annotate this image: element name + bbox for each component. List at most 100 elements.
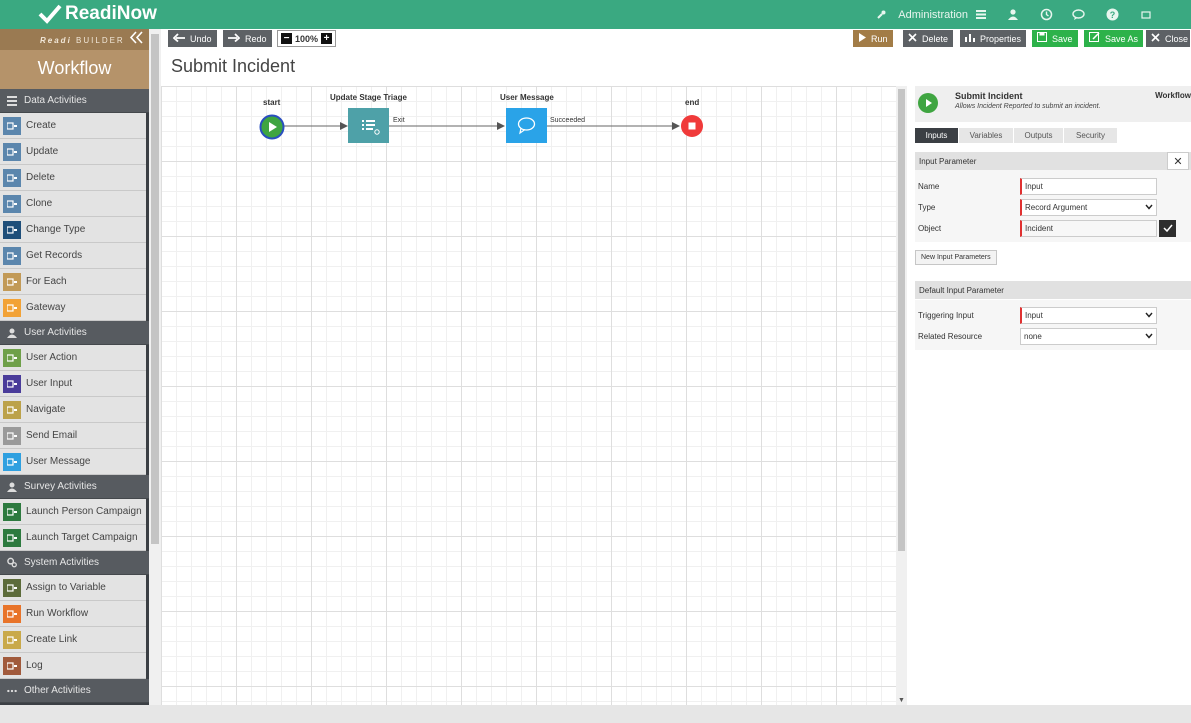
clone-icon	[3, 194, 21, 213]
activity-assign-to-variable[interactable]: Assign to Variable	[0, 575, 146, 601]
bottom-status-strip	[0, 705, 1191, 723]
name-field[interactable]: Input	[1020, 178, 1157, 195]
category-system-activities[interactable]: System Activities	[0, 551, 149, 575]
save-as-button[interactable]: Save As	[1084, 30, 1144, 47]
close-button[interactable]: Close	[1146, 30, 1191, 47]
default-input-parameter-title: Default Input Parameter	[919, 285, 1004, 295]
canvas-scroll-thumb[interactable]	[898, 89, 905, 551]
activity-launch-target-campaign[interactable]: Launch Target Campaign	[0, 525, 146, 551]
update-stage-triage-node[interactable]	[348, 108, 389, 143]
category-survey-activities[interactable]: Survey Activities	[0, 475, 149, 499]
activity-clone[interactable]: Clone	[0, 191, 146, 217]
play-icon	[858, 32, 866, 45]
undo-label: Undo	[190, 33, 212, 44]
category-user-activities[interactable]: User Activities	[0, 321, 149, 345]
menu-icon[interactable]	[972, 6, 990, 24]
category-other-activities[interactable]: Other Activities	[0, 679, 149, 703]
chat-icon[interactable]	[1069, 6, 1087, 24]
create-icon	[3, 116, 21, 135]
run-button[interactable]: Run	[853, 30, 893, 47]
tab-security[interactable]: Security	[1064, 128, 1118, 143]
history-icon[interactable]	[1037, 6, 1055, 24]
activity-for-each[interactable]: For Each	[0, 269, 146, 295]
category-icon	[7, 482, 17, 492]
object-field[interactable]: Incident	[1020, 220, 1157, 237]
category-data-activities[interactable]: Data Activities	[0, 89, 149, 113]
canvas-scrollbar[interactable]: ▼	[896, 86, 907, 705]
end-node[interactable]	[680, 114, 704, 141]
undo-arrow-icon	[172, 32, 185, 45]
activity-user-action[interactable]: User Action	[0, 345, 146, 371]
activity-log[interactable]: Log	[0, 653, 146, 679]
gateway-icon	[3, 298, 21, 317]
activity-launch-person-campaign[interactable]: Launch Person Campaign	[0, 499, 146, 525]
undo-button[interactable]: Undo	[168, 30, 217, 47]
wrench-icon[interactable]	[872, 6, 890, 24]
activity-user-message[interactable]: User Message	[0, 449, 146, 475]
tab-inputs[interactable]: Inputs	[915, 128, 959, 143]
object-picker-icon[interactable]	[1159, 220, 1176, 237]
user-message-icon	[3, 452, 21, 471]
related-resource-select[interactable]: none	[1020, 328, 1157, 345]
activity-label: Send Email	[26, 430, 78, 441]
redo-arrow-icon	[228, 32, 241, 45]
activity-navigate[interactable]: Navigate	[0, 397, 146, 423]
tab-variables[interactable]: Variables	[959, 128, 1014, 143]
launch-person-campaign-icon	[3, 502, 21, 521]
zoom-in-icon[interactable]: +	[321, 33, 332, 44]
name-value: Input	[1025, 182, 1043, 191]
save-button[interactable]: Save	[1032, 30, 1078, 47]
activity-label: Log	[26, 660, 43, 671]
workflow-canvas[interactable]: start Update Stage Triage Exit User Mess…	[161, 86, 896, 705]
category-icon	[7, 95, 17, 106]
tab-outputs[interactable]: Outputs	[1014, 128, 1064, 143]
sidebar-scrollbar[interactable]	[149, 29, 161, 705]
activity-create-link[interactable]: Create Link	[0, 627, 146, 653]
collapse-sidebar-icon[interactable]	[129, 31, 144, 48]
triggering-input-select[interactable]: Input	[1020, 307, 1157, 324]
redo-button[interactable]: Redo	[223, 30, 272, 47]
speech-bubble-icon	[517, 117, 536, 135]
workflow-type: Workflow	[1155, 91, 1191, 100]
activity-delete[interactable]: Delete	[0, 165, 146, 191]
fullscreen-icon[interactable]	[1137, 6, 1155, 24]
type-select[interactable]: Record Argument	[1020, 199, 1157, 216]
activity-change-type[interactable]: Change Type	[0, 217, 146, 243]
activity-user-input[interactable]: User Input	[0, 371, 146, 397]
properties-button[interactable]: Properties	[960, 30, 1027, 47]
scroll-down-arrow-icon[interactable]: ▼	[898, 697, 905, 704]
category-label: Data Activities	[24, 95, 87, 106]
workflow-title: Submit Incident	[955, 91, 1023, 101]
new-input-parameters-button[interactable]: New Input Parameters	[915, 250, 997, 265]
activity-update[interactable]: Update	[0, 139, 146, 165]
related-resource-value: none	[1024, 332, 1042, 341]
category-label: System Activities	[24, 557, 100, 568]
activity-label: Get Records	[26, 250, 83, 261]
readinow-logo[interactable]: ReadiNow	[38, 3, 157, 25]
activity-label: Navigate	[26, 404, 66, 415]
activity-gateway[interactable]: Gateway	[0, 295, 146, 321]
save-as-label: Save As	[1105, 33, 1139, 44]
activity-run-workflow[interactable]: Run Workflow	[0, 601, 146, 627]
start-node[interactable]	[259, 114, 285, 143]
activity-label: User Message	[26, 456, 91, 467]
sidebar-scroll-thumb[interactable]	[151, 34, 159, 544]
zoom-out-icon[interactable]: −	[281, 33, 292, 44]
user-message-node[interactable]	[506, 108, 547, 143]
activity-label: Launch Target Campaign	[26, 532, 138, 543]
activity-label: Create Link	[26, 634, 78, 645]
workflow-connectors	[284, 122, 680, 130]
help-icon[interactable]: ?	[1103, 6, 1121, 24]
remove-parameter-icon[interactable]: ✕	[1167, 152, 1189, 170]
run-workflow-icon	[3, 604, 21, 623]
activity-get-records[interactable]: Get Records	[0, 243, 146, 269]
activity-send-email[interactable]: Send Email	[0, 423, 146, 449]
delete-button[interactable]: Delete	[903, 30, 954, 47]
activity-create[interactable]: Create	[0, 113, 146, 139]
administration-link[interactable]: Administration	[898, 9, 968, 21]
object-value: Incident	[1025, 224, 1054, 233]
triggering-input-label: Triggering Input	[918, 311, 974, 320]
user-icon[interactable]	[1004, 6, 1022, 24]
activity-label: Update	[26, 146, 59, 157]
properties-icon	[965, 32, 975, 45]
